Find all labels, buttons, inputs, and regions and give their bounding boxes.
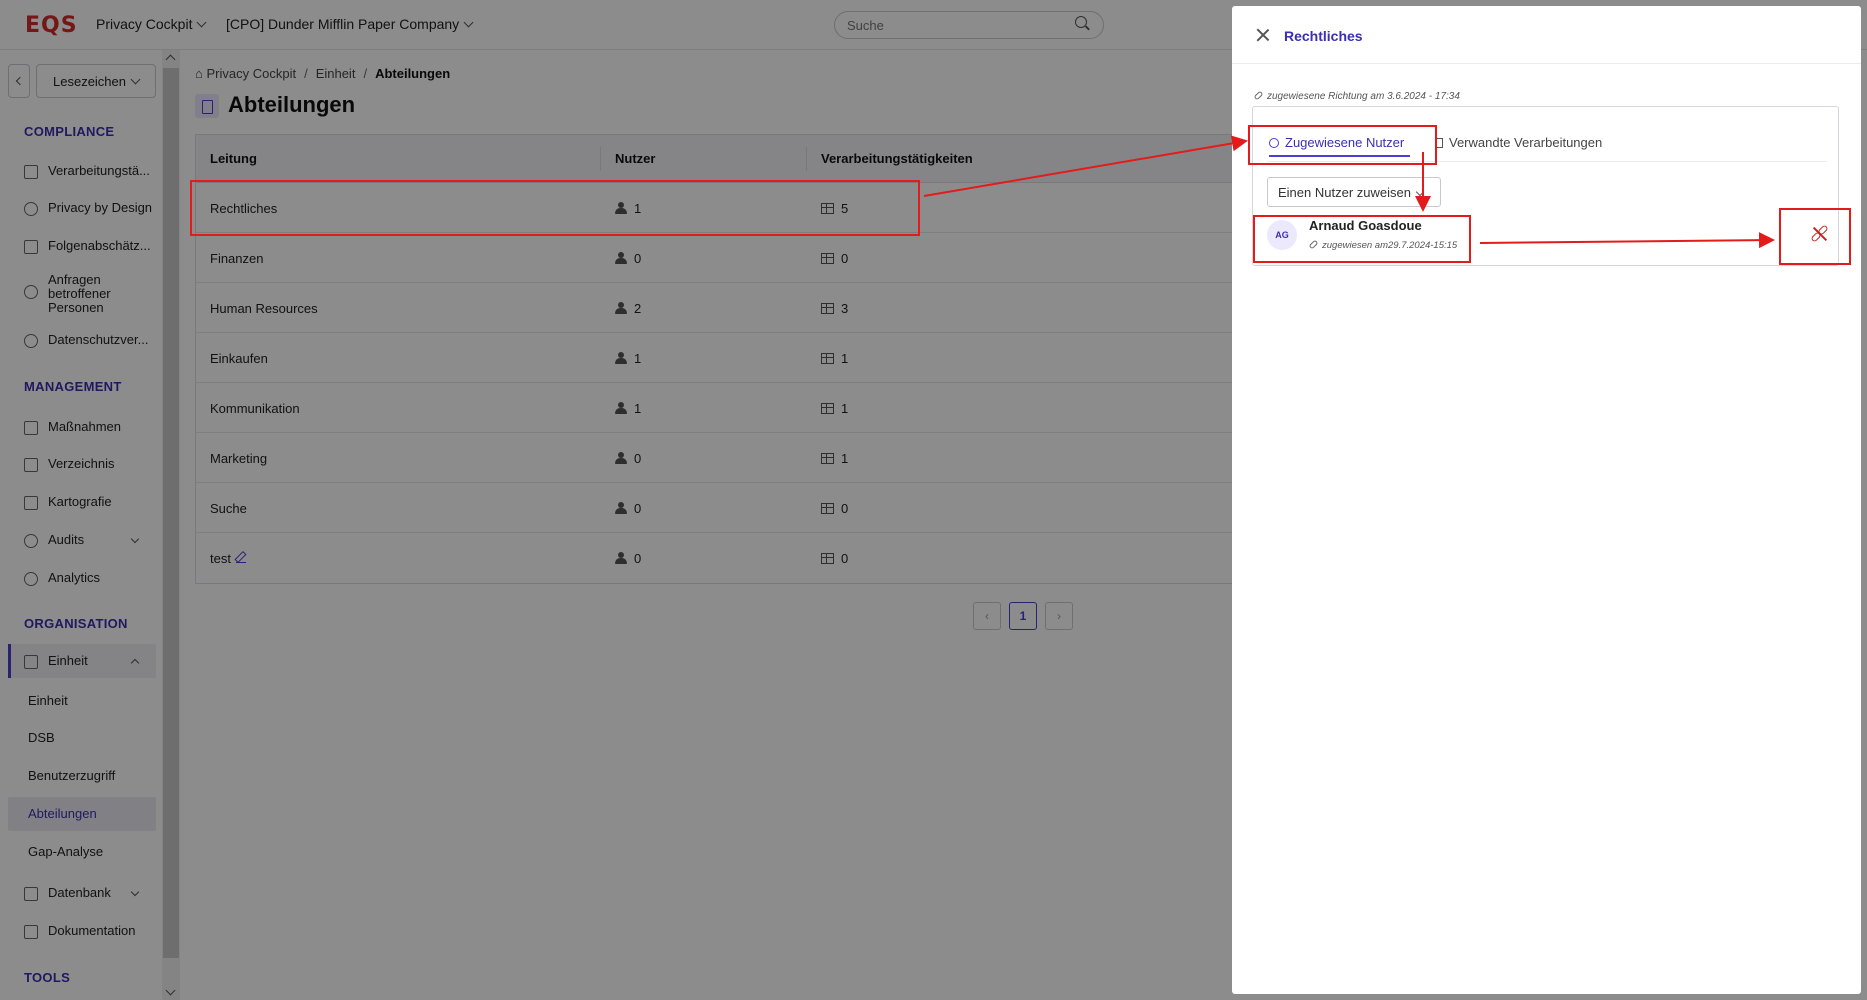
annotation-arrows [923, 135, 1775, 249]
